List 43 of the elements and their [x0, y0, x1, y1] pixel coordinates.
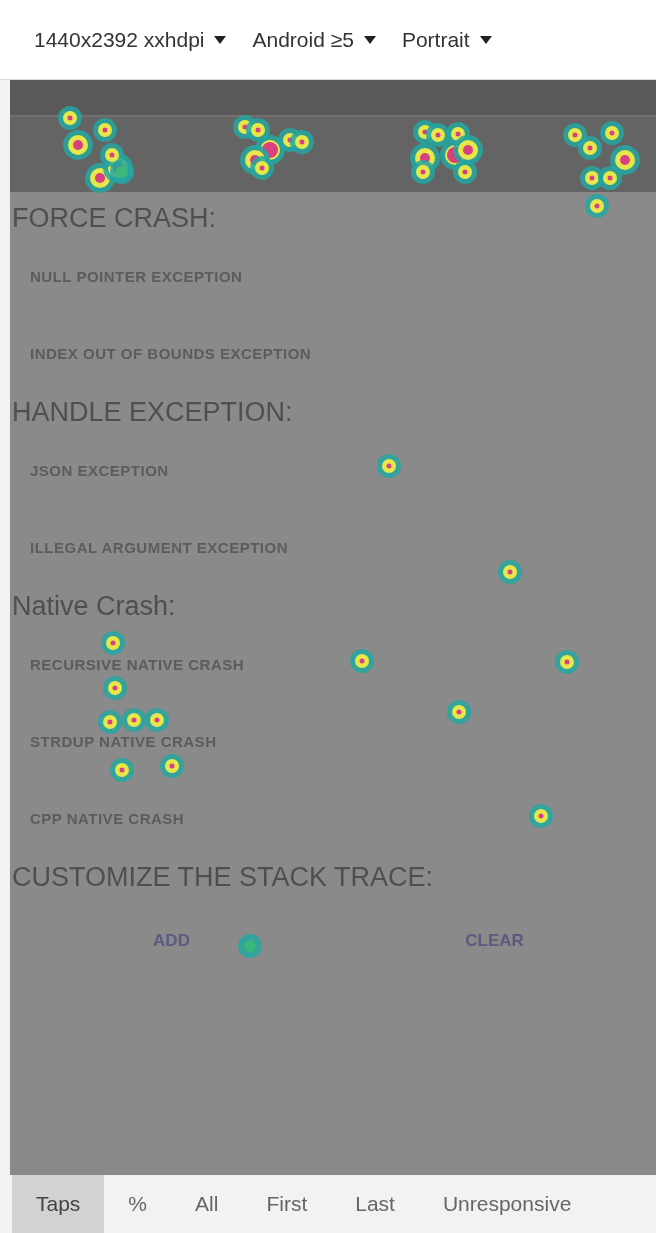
heat-spot [529, 804, 553, 828]
heat-spot [290, 130, 314, 154]
mode-tab[interactable]: Last [331, 1175, 419, 1233]
heat-spot [598, 166, 622, 190]
heat-spot [122, 708, 146, 732]
heat-spot [98, 710, 122, 734]
heat-spot [145, 708, 169, 732]
heat-spot [110, 758, 134, 782]
caret-icon [214, 35, 227, 44]
heat-spot [600, 121, 624, 145]
caret-icon [363, 35, 376, 44]
mode-tab[interactable]: % [104, 1175, 172, 1233]
section-heading: FORCE CRASH: [12, 202, 217, 234]
heat-spot [411, 160, 435, 184]
heat-spot [93, 118, 117, 142]
heat-spot [63, 130, 93, 160]
section-heading: HANDLE EXCEPTION: [12, 396, 293, 428]
dropdown[interactable]: 1440x2392 xxhdpi [34, 27, 227, 52]
heat-spot [377, 454, 401, 478]
heat-spot [160, 754, 184, 778]
mode-tab[interactable]: Taps [12, 1175, 105, 1233]
heat-spot [103, 676, 127, 700]
mode-tab[interactable]: First [242, 1175, 332, 1233]
heat-spot [58, 106, 82, 130]
heat-spot [238, 934, 262, 958]
heat-spot [350, 649, 374, 673]
dropdown[interactable]: Portrait [401, 27, 492, 52]
mode-tab[interactable]: All [171, 1175, 243, 1233]
mode-tab[interactable]: Unresponsive [418, 1175, 596, 1233]
heat-spot [585, 194, 609, 218]
section-heading: Native Crash: [12, 590, 176, 622]
heat-spot [578, 136, 602, 160]
dropdown[interactable]: Android ≥5 [252, 27, 376, 52]
heat-spot [250, 156, 274, 180]
heat-spot [453, 160, 477, 184]
heat-spot [110, 160, 134, 184]
heat-spot [447, 700, 471, 724]
heat-spot [101, 631, 125, 655]
heat-spot [610, 145, 640, 175]
heat-spot [498, 560, 522, 584]
heat-spot [555, 650, 579, 674]
section-heading: CUSTOMIZE THE STACK TRACE: [12, 861, 434, 893]
caret-icon [479, 35, 492, 44]
